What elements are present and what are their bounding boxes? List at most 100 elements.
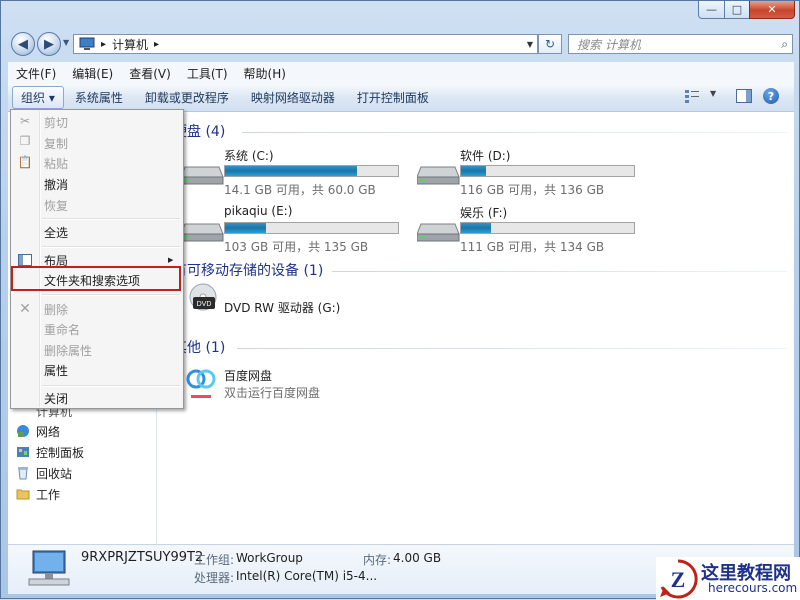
computer-name: 9RXPRJZTSUY99T2 [81, 550, 204, 565]
drive-size: 116 GB 可用，共 136 GB [460, 183, 605, 197]
menu-item-cut[interactable]: 剪切 [44, 112, 68, 132]
menu-item-close[interactable]: 关闭 [44, 388, 68, 408]
close-button[interactable]: ✕ [749, 1, 795, 19]
drive-name: pikaqiu (E:) [224, 204, 293, 218]
menu-item-copy[interactable]: 复制 [44, 133, 68, 153]
drive-name: 系统 (C:) [224, 149, 274, 163]
group-divider [242, 132, 787, 133]
nav-item-recycle-bin[interactable]: 回收站 [18, 464, 73, 482]
system-properties-button[interactable]: 系统属性 [64, 89, 134, 106]
processor-value: Intel(R) Core(TM) i5-4... [236, 569, 378, 583]
menu-item-undo[interactable]: 撤消 [44, 174, 68, 194]
computer-large-icon [28, 550, 70, 586]
hard-drive-icon [181, 166, 224, 185]
menu-item-select-all[interactable]: 全选 [44, 222, 68, 242]
group-divider [237, 348, 787, 349]
drive-usage-fill [225, 166, 358, 176]
paste-icon: 📋 [17, 155, 33, 169]
baidu-netdisk-name: 百度网盘 [224, 369, 273, 383]
site-watermark: Z 这里教程网 herecours.com [656, 557, 800, 600]
baidu-netdisk-item[interactable]: 百度网盘 双击运行百度网盘 [186, 367, 421, 417]
layout-icon [18, 253, 32, 267]
nav-item-recycle-bin-label: 回收站 [36, 466, 73, 481]
change-view-button[interactable]: ▼ [684, 89, 718, 105]
forward-button[interactable]: ▶ [37, 32, 61, 56]
search-icon[interactable]: ⌕ [781, 37, 788, 52]
nav-item-network-label: 网络 [36, 424, 61, 439]
menu-item-paste[interactable]: 粘贴 [44, 153, 68, 173]
hard-drive-icon [181, 223, 224, 242]
preview-pane-button[interactable] [736, 89, 752, 103]
drive-usage-fill [461, 223, 491, 233]
drive-name: 软件 (D:) [460, 149, 511, 163]
drive-e[interactable]: pikaqiu (E:) 103 GB 可用，共 135 GB [181, 204, 421, 254]
search-placeholder: 搜索 计算机 [577, 37, 641, 52]
dvd-drive-name: DVD RW 驱动器 (G:) [224, 301, 341, 315]
baidu-netdisk-icon [186, 369, 216, 398]
drive-d[interactable]: 软件 (D:) 116 GB 可用，共 136 GB [417, 147, 657, 197]
recent-pages-dropdown[interactable]: ▼ [63, 38, 69, 47]
drive-g-dvd[interactable]: DVD DVD RW 驱动器 (G:) [189, 283, 421, 337]
refresh-button[interactable]: ↻ [538, 34, 562, 54]
menu-item-delete[interactable]: 删除 [44, 299, 68, 319]
address-history-dropdown-icon[interactable]: ▼ [527, 40, 533, 49]
hard-drive-icon [417, 223, 460, 242]
group-header-removable[interactable]: 有可移动存储的设备 (1) [173, 260, 323, 280]
map-network-drive-button[interactable]: 映射网络驱动器 [240, 89, 346, 106]
minimize-button[interactable]: — [698, 1, 725, 19]
nav-item-network[interactable]: 网络 [17, 422, 61, 440]
scissors-icon: ✂ [19, 114, 31, 128]
search-input[interactable]: 搜索 计算机 ⌕ [568, 34, 793, 54]
menu-view[interactable]: 查看(V) [121, 65, 179, 82]
open-control-panel-button[interactable]: 打开控制面板 [346, 89, 440, 106]
menu-item-redo[interactable]: 恢复 [44, 195, 68, 215]
menu-separator [42, 385, 180, 387]
organize-button[interactable]: 组织 ▾ [12, 86, 64, 109]
organize-context-menu: ✂ 剪切 ❐ 复制 📋 粘贴 撤消 恢复 全选 布局 ▶ 文件夹和搜索选项 ✕ … [10, 109, 184, 409]
menu-item-remove-properties[interactable]: 删除属性 [44, 340, 92, 360]
workgroup-value: WorkGroup [236, 551, 303, 565]
drive-usage-bar [460, 222, 635, 234]
nav-item-work-folder[interactable]: 工作 [16, 485, 60, 503]
workgroup-label: 工作组: [194, 553, 235, 567]
maximize-button[interactable]: □ [724, 1, 750, 19]
address-bar[interactable]: ▸ 计算机 ▸ ▼ [73, 34, 538, 54]
back-button[interactable]: ◀ [11, 32, 35, 56]
network-icon [17, 425, 29, 437]
help-icon: ? [767, 89, 775, 103]
drive-usage-bar [224, 165, 399, 177]
drive-f[interactable]: 娱乐 (F:) 111 GB 可用，共 134 GB [417, 204, 657, 254]
menu-file[interactable]: 文件(F) [8, 65, 64, 82]
menu-edit[interactable]: 编辑(E) [64, 65, 121, 82]
nav-item-control-panel-label: 控制面板 [36, 445, 85, 460]
menu-item-properties[interactable]: 属性 [44, 360, 68, 380]
nav-item-control-panel[interactable]: 控制面板 [17, 443, 85, 461]
folder-icon [16, 489, 30, 500]
help-button[interactable]: ? [763, 88, 779, 104]
uninstall-program-button[interactable]: 卸载或更改程序 [134, 89, 240, 106]
drive-name: 娱乐 (F:) [460, 206, 508, 220]
breadcrumb-separator-2[interactable]: ▸ [154, 39, 159, 50]
menu-item-rename[interactable]: 重命名 [44, 319, 80, 339]
watermark-url: herecours.com [708, 581, 798, 595]
drive-c[interactable]: 系统 (C:) 14.1 GB 可用，共 60.0 GB [181, 147, 421, 197]
dvd-drive-icon: DVD [189, 283, 217, 311]
view-dropdown-icon[interactable]: ▼ [710, 89, 716, 98]
hard-drive-icon [417, 166, 460, 185]
refresh-icon: ↻ [544, 37, 556, 51]
computer-icon [79, 37, 95, 50]
copy-icon: ❐ [19, 134, 31, 148]
breadcrumb-computer[interactable]: 计算机 [112, 36, 148, 53]
back-arrow-icon: ◀ [18, 36, 28, 52]
menu-separator [42, 246, 180, 248]
menu-help[interactable]: 帮助(H) [236, 65, 294, 82]
drive-usage-bar [460, 165, 635, 177]
breadcrumb-separator[interactable]: ▸ [101, 39, 106, 50]
control-panel-icon [17, 447, 29, 457]
menu-separator [42, 218, 180, 220]
baidu-netdisk-desc: 双击运行百度网盘 [224, 386, 321, 400]
drive-usage-fill [225, 223, 266, 233]
drive-size: 111 GB 可用，共 134 GB [460, 240, 605, 254]
menu-tools[interactable]: 工具(T) [179, 65, 236, 82]
watermark-logo-icon: Z [660, 559, 698, 599]
